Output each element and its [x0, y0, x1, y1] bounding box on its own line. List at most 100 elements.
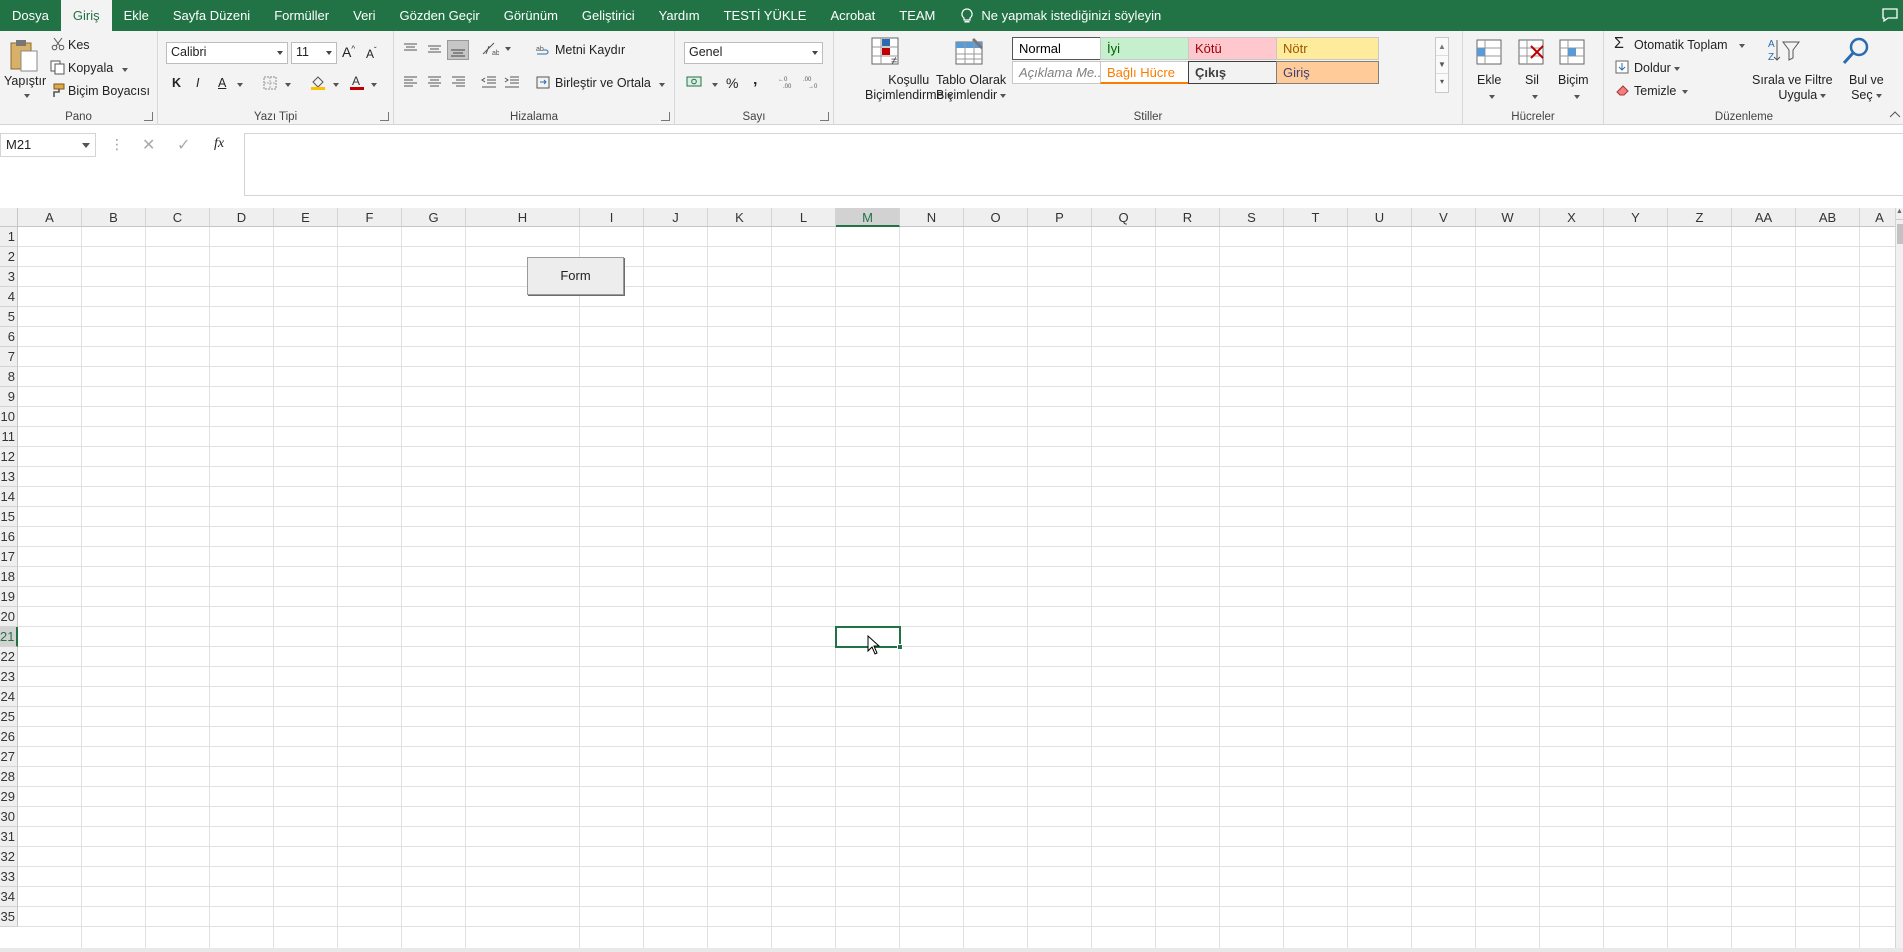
row-header-14[interactable]: 14	[0, 487, 18, 507]
sort-filter-button[interactable]: Sırala ve Filtre Uygula	[1752, 73, 1833, 103]
fill-handle[interactable]	[897, 644, 903, 650]
tab-yardım[interactable]: Yardım	[647, 0, 712, 31]
name-box[interactable]: M21	[0, 133, 96, 157]
tell-me-box[interactable]: Ne yapmak istediğinizi söyleyin	[961, 7, 1161, 24]
insert-function-button[interactable]: fx	[214, 136, 224, 152]
underline-button[interactable]: A	[218, 76, 226, 90]
enter-icon[interactable]: ✓	[177, 135, 190, 155]
tab-testi̇-yükle[interactable]: TESTİ YÜKLE	[712, 0, 819, 31]
tab-geliştirici[interactable]: Geliştirici	[570, 0, 647, 31]
row-header-32[interactable]: 32	[0, 847, 18, 867]
row-header-15[interactable]: 15	[0, 507, 18, 527]
row-header-6[interactable]: 6	[0, 327, 18, 347]
italic-button[interactable]: I	[196, 76, 199, 90]
column-header-t[interactable]: T	[1284, 208, 1348, 227]
clear-button[interactable]: Temizle	[1634, 84, 1676, 98]
column-header-b[interactable]: B	[82, 208, 146, 227]
row-header-12[interactable]: 12	[0, 447, 18, 467]
formula-input[interactable]	[244, 133, 1903, 196]
autosum-button[interactable]: Otomatik Toplam	[1634, 38, 1728, 52]
column-header-z[interactable]: Z	[1668, 208, 1732, 227]
bold-button[interactable]: K	[172, 76, 181, 90]
chevron-up-icon[interactable]: ▲	[1436, 38, 1448, 56]
column-header-o[interactable]: O	[964, 208, 1028, 227]
column-header-p[interactable]: P	[1028, 208, 1092, 227]
column-header-j[interactable]: J	[644, 208, 708, 227]
column-header-a[interactable]: A	[18, 208, 82, 227]
row-header-2[interactable]: 2	[0, 247, 18, 267]
column-header-r[interactable]: R	[1156, 208, 1220, 227]
tab-giriş[interactable]: Giriş	[60, 0, 112, 31]
gallery-expand-icon[interactable]: ▾	[1436, 74, 1448, 92]
font-color-dropdown-caret[interactable]	[371, 83, 377, 87]
align-right-icon[interactable]	[451, 76, 466, 88]
row-header-7[interactable]: 7	[0, 347, 18, 367]
borders-icon[interactable]	[263, 76, 277, 90]
column-header-u[interactable]: U	[1348, 208, 1412, 227]
column-header-m[interactable]: M	[836, 208, 900, 227]
column-header-aa[interactable]: AA	[1732, 208, 1796, 227]
increase-indent-icon[interactable]	[504, 75, 520, 89]
insert-dropdown-caret[interactable]	[1489, 95, 1495, 99]
cell-style-4[interactable]: Nötr	[1276, 37, 1379, 60]
column-header-h[interactable]: H	[466, 208, 580, 227]
autosum-dropdown-caret[interactable]	[1739, 44, 1745, 48]
decrease-font-icon[interactable]: Aˇ	[366, 46, 377, 61]
font-size-box[interactable]: 11	[291, 42, 337, 64]
row-header-31[interactable]: 31	[0, 827, 18, 847]
orientation-dropdown-caret[interactable]	[505, 47, 511, 51]
horizontal-scrollbar[interactable]	[0, 948, 1903, 952]
align-top-icon[interactable]	[403, 43, 418, 55]
copy-dropdown-caret[interactable]	[122, 68, 128, 72]
alignment-launcher[interactable]	[661, 112, 670, 121]
format-as-table-button[interactable]: Tablo Olarak Biçimlendir	[936, 73, 1006, 103]
column-header-ab[interactable]: AB	[1796, 208, 1860, 227]
row-header-25[interactable]: 25	[0, 707, 18, 727]
tab-acrobat[interactable]: Acrobat	[818, 0, 887, 31]
paste-button-label[interactable]: Yapıştır	[4, 74, 46, 88]
delete-cells-button[interactable]: Sil	[1525, 73, 1539, 87]
tab-dosya[interactable]: Dosya	[0, 0, 61, 31]
row-header-19[interactable]: 19	[0, 587, 18, 607]
column-header-n[interactable]: N	[900, 208, 964, 227]
row-header-33[interactable]: 33	[0, 867, 18, 887]
align-center-icon[interactable]	[427, 76, 442, 88]
fill-color-dropdown-caret[interactable]	[333, 83, 339, 87]
vertical-scrollbar[interactable]: ▲	[1895, 208, 1903, 952]
column-header-d[interactable]: D	[210, 208, 274, 227]
tab-görünüm[interactable]: Görünüm	[492, 0, 570, 31]
row-header-1[interactable]: 1	[0, 227, 18, 247]
align-bottom-button[interactable]	[447, 40, 469, 60]
find-select-button[interactable]: Bul ve Seç	[1849, 73, 1884, 103]
number-format-box[interactable]: Genel	[684, 42, 823, 64]
chevron-up-icon[interactable]: ▲	[1896, 208, 1903, 220]
row-header-28[interactable]: 28	[0, 767, 18, 787]
row-header-11[interactable]: 11	[0, 427, 18, 447]
row-header-13[interactable]: 13	[0, 467, 18, 487]
row-header-23[interactable]: 23	[0, 667, 18, 687]
align-middle-icon[interactable]	[427, 43, 442, 55]
row-header-22[interactable]: 22	[0, 647, 18, 667]
insert-cells-button[interactable]: Ekle	[1477, 73, 1501, 87]
merge-dropdown-caret[interactable]	[659, 83, 665, 87]
worksheet-grid[interactable]: A B C D E F G H I J K L M N O P Q R S T U V W X Y Z AA AB A 12345678…	[0, 208, 1903, 952]
collapse-ribbon-icon[interactable]	[1889, 110, 1901, 118]
increase-decimal-icon[interactable]: ←0.00	[778, 75, 796, 89]
row-header-18[interactable]: 18	[0, 567, 18, 587]
copy-button[interactable]: Kopyala	[68, 61, 113, 75]
chevron-down-icon[interactable]: ▼	[1436, 56, 1448, 74]
cancel-icon[interactable]: ✕	[142, 135, 155, 155]
row-header-24[interactable]: 24	[0, 687, 18, 707]
column-header-e[interactable]: E	[274, 208, 338, 227]
row-header-4[interactable]: 4	[0, 287, 18, 307]
column-header-q[interactable]: Q	[1092, 208, 1156, 227]
row-header-21[interactable]: 21	[0, 627, 18, 647]
borders-dropdown-caret[interactable]	[285, 83, 291, 87]
column-header-v[interactable]: V	[1412, 208, 1476, 227]
paste-dropdown-caret[interactable]	[24, 94, 30, 98]
cut-button[interactable]: Kes	[68, 38, 90, 52]
paste-icon[interactable]	[8, 38, 40, 74]
column-header-c[interactable]: C	[146, 208, 210, 227]
tab-team[interactable]: TEAM	[887, 0, 947, 31]
clear-dropdown-caret[interactable]	[1682, 90, 1688, 94]
